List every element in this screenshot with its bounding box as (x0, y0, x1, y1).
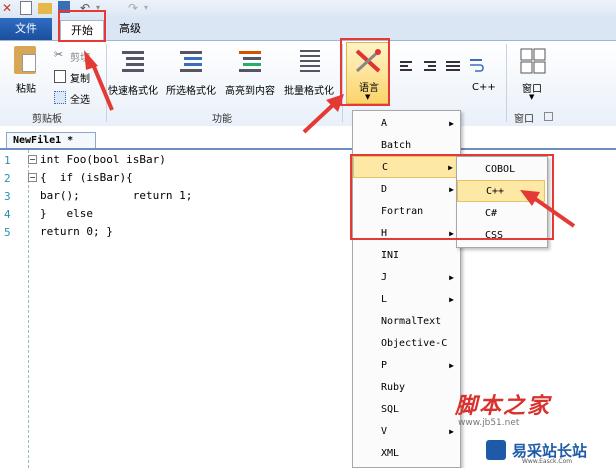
menu-item[interactable]: V ▶ (353, 421, 458, 443)
cut-button[interactable]: ✂ 剪切 (54, 48, 100, 64)
menu-item[interactable]: Ruby (353, 377, 458, 399)
menu-item[interactable]: L ▶ (353, 289, 458, 311)
redo-dropdown-icon[interactable]: ▾ (144, 1, 158, 15)
watermark-site-url: Www.Easck.Com (522, 458, 573, 465)
paste-button[interactable]: 粘贴 (8, 46, 48, 98)
select-all-label: 全选 (70, 95, 90, 106)
annotation-box-start-tab (58, 10, 106, 42)
submenu-arrow-icon: ▶ (449, 119, 454, 128)
new-file-icon[interactable] (20, 1, 32, 15)
paste-icon (14, 46, 36, 74)
code-line: bar(); return 1; (40, 189, 193, 202)
open-folder-icon[interactable] (38, 3, 52, 14)
batch-format-button[interactable]: 批量格式化 (284, 46, 340, 97)
code-line: return 0; } (40, 225, 113, 238)
batch-format-icon (300, 50, 320, 72)
menu-item[interactable]: INI (353, 245, 458, 267)
code-line: { if (isBar){ (40, 171, 133, 184)
menu-item[interactable]: NormalText (353, 311, 458, 333)
submenu-arrow-icon: ▶ (449, 427, 454, 436)
tab-advanced[interactable]: 高级 (110, 18, 150, 40)
scissors-icon: ✂ (54, 48, 64, 61)
wrap-icon[interactable] (470, 58, 484, 77)
batch-format-label: 批量格式化 (284, 86, 334, 97)
line-number: 1 (4, 154, 11, 167)
line-number: 5 (4, 226, 11, 239)
menu-item[interactable]: P ▶ (353, 355, 458, 377)
menu-item[interactable]: J ▶ (353, 267, 458, 289)
menu-item[interactable]: A ▶ (353, 113, 458, 135)
menu-item[interactable]: XML (353, 443, 458, 465)
watermark-brand: 脚本之家 (455, 393, 552, 419)
paste-label: 粘贴 (16, 84, 36, 95)
copy-icon (54, 70, 66, 83)
fold-toggle-icon[interactable]: − (28, 173, 37, 182)
selection-format-icon (180, 51, 202, 72)
highlight-content-label: 高亮到内容 (225, 86, 275, 97)
document-tab-underline (0, 148, 616, 150)
list-icon[interactable] (446, 60, 460, 75)
line-number: 3 (4, 190, 11, 203)
cpp-indicator: C++ (472, 82, 496, 93)
submenu-arrow-icon: ▶ (449, 361, 454, 370)
window-icon (520, 48, 546, 74)
code-line: } else (40, 207, 93, 220)
copy-button[interactable]: 复制 (54, 69, 100, 85)
fold-toggle-icon[interactable]: − (28, 155, 37, 164)
format-lines-icon (122, 51, 144, 72)
align-left-icon[interactable] (400, 60, 414, 75)
submenu-arrow-icon: ▶ (449, 273, 454, 282)
line-number: 4 (4, 208, 11, 221)
line-number: 2 (4, 172, 11, 185)
clipboard-group-label: 剪贴板 (32, 114, 62, 125)
menu-item[interactable]: SQL (353, 399, 458, 421)
function-group-label: 功能 (212, 114, 232, 125)
site-logo-icon (486, 440, 506, 460)
quick-format-button[interactable]: 快速格式化 (108, 46, 164, 97)
tab-file[interactable]: 文件 (0, 18, 52, 40)
dialog-launcher-icon[interactable] (544, 112, 553, 121)
divider (506, 44, 507, 122)
annotation-box-language (340, 38, 390, 106)
window-button[interactable]: 窗口 ▼ (512, 46, 554, 104)
cut-label: 剪切 (70, 53, 90, 64)
align-right-icon[interactable] (422, 60, 436, 75)
annotation-box-c-items (350, 154, 554, 240)
chevron-down-icon: ▼ (529, 93, 535, 101)
quick-format-label: 快速格式化 (108, 86, 158, 97)
highlight-content-button[interactable]: 高亮到内容 (225, 46, 281, 97)
menu-item[interactable]: Objective-C (353, 333, 458, 355)
highlight-format-icon (239, 51, 261, 72)
select-all-button[interactable]: 全选 (54, 90, 100, 106)
watermark-url: www.jb51.net (458, 418, 520, 428)
document-tab[interactable]: NewFile1 * (6, 132, 96, 148)
close-icon[interactable]: ✕ (2, 1, 16, 15)
submenu-arrow-icon: ▶ (449, 295, 454, 304)
divider (106, 44, 107, 122)
redo-icon[interactable]: ↷ (128, 1, 142, 15)
selected-format-label: 所选格式化 (166, 86, 216, 97)
selected-format-button[interactable]: 所选格式化 (166, 46, 222, 97)
window-group-label: 窗口 (514, 114, 534, 125)
copy-label: 复制 (70, 74, 90, 85)
select-all-icon (54, 91, 66, 104)
code-line: int Foo(bool isBar) (40, 153, 166, 166)
